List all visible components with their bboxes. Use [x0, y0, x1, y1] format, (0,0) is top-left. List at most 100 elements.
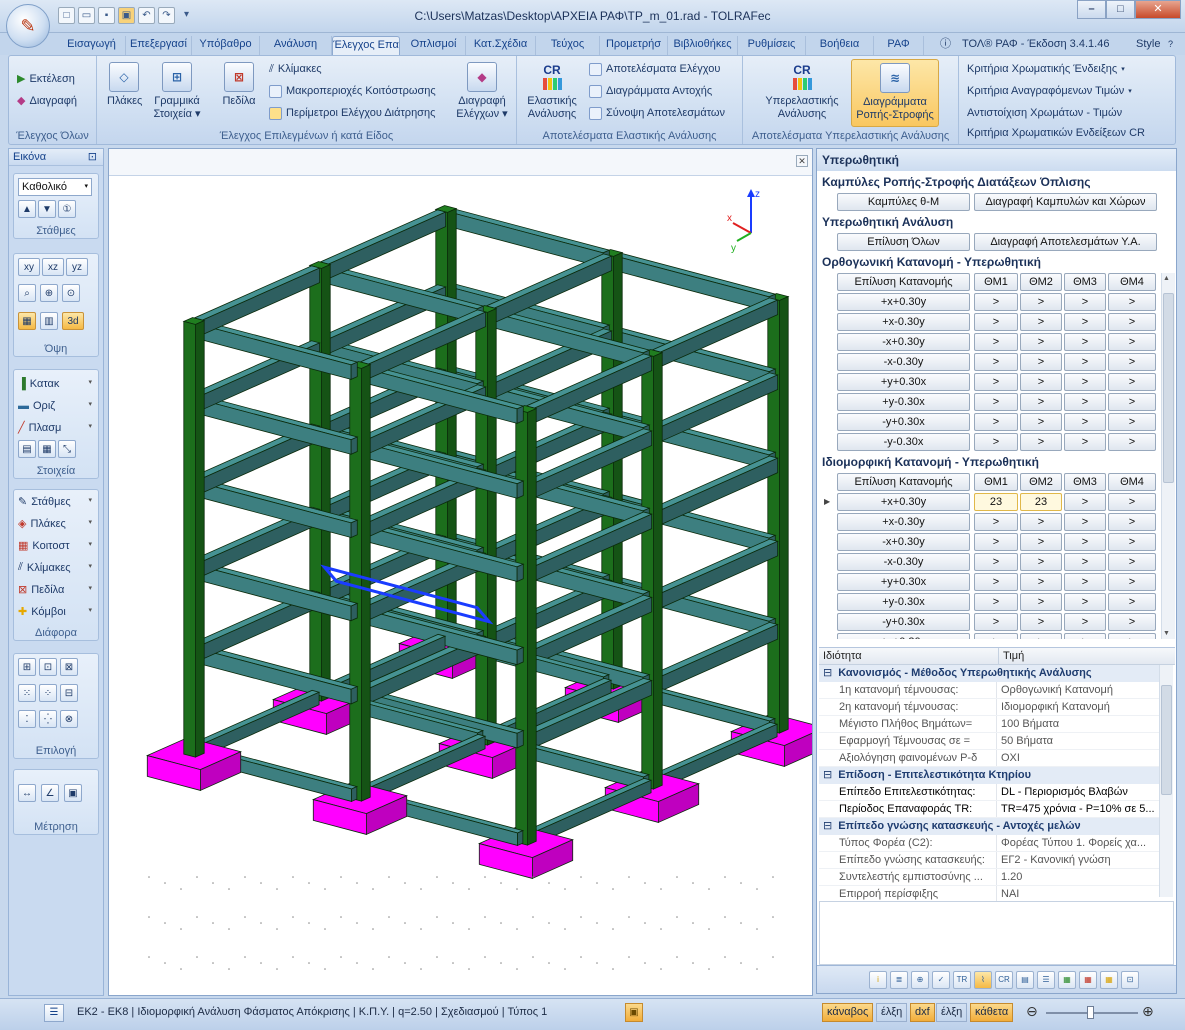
orth-col-1[interactable]: ΘΜ1	[974, 273, 1018, 291]
scroll-up-icon[interactable]: ▲	[1163, 275, 1170, 282]
list-icon[interactable]: ☰	[1037, 970, 1055, 989]
stairs-button[interactable]: ⫽ Κλίμακες	[269, 60, 322, 79]
props-scrollbar[interactable]	[1159, 665, 1173, 897]
slabs-button[interactable]: ◇ Πλάκες	[107, 62, 142, 108]
grid-yellow-icon[interactable]: ▦	[1100, 970, 1118, 989]
level-one-icon[interactable]: ①	[58, 200, 76, 218]
select-props-icon[interactable]: ⊗	[60, 710, 78, 728]
modal-cell[interactable]: 23	[974, 493, 1018, 511]
orth-cell[interactable]: >	[1064, 333, 1106, 351]
modal-cell[interactable]: >	[974, 533, 1018, 551]
orth-cell[interactable]: >	[974, 393, 1018, 411]
orth-cell[interactable]: >	[1108, 393, 1156, 411]
modal-cell[interactable]: >	[974, 573, 1018, 591]
orth-cell[interactable]: >	[1064, 293, 1106, 311]
orth-row-label[interactable]: -x+0.30y	[837, 333, 970, 351]
modal-cell[interactable]: >	[1108, 553, 1156, 571]
misc-nodes-button[interactable]: ✚ Κόμβοι	[18, 602, 66, 621]
modal-cell[interactable]: >	[1108, 573, 1156, 591]
orth-col-4[interactable]: ΘΜ4	[1108, 273, 1156, 291]
select-cross-icon[interactable]: ⊠	[60, 658, 78, 676]
modal-row-label[interactable]: -x-0.30y	[837, 553, 970, 571]
props-row[interactable]: Επίπεδο Επιτελεστικότητας: DL - Περιορισμ…	[819, 784, 1159, 801]
scroll-thumb[interactable]	[1163, 293, 1174, 483]
doc-icon[interactable]: ▤	[1016, 970, 1034, 989]
orth-cell[interactable]: >	[1064, 313, 1106, 331]
modal-cell[interactable]: >	[974, 633, 1018, 639]
footings-button[interactable]: ⊠ Πεδίλα	[219, 62, 259, 108]
orth-row-label[interactable]: +x+0.30y	[837, 293, 970, 311]
modal-col-4[interactable]: ΘΜ4	[1108, 473, 1156, 491]
tab-insert[interactable]: Εισαγωγή	[58, 36, 126, 55]
orth-row-label[interactable]: -y-0.30x	[837, 433, 970, 451]
tab-measurements[interactable]: Προμετρήσ	[600, 36, 668, 55]
wall-icon[interactable]: ▤	[18, 440, 36, 458]
props-category[interactable]: ⊟ Κανονισμός - Μέθοδος Υπερωθητικής Ανάλυ…	[819, 665, 1159, 682]
orth-cell[interactable]: >	[1108, 333, 1156, 351]
orth-row-label[interactable]: +y-0.30x	[837, 393, 970, 411]
modal-cell[interactable]: >	[1064, 633, 1106, 639]
horizontal-elements-button[interactable]: ▬ Οριζ	[18, 396, 55, 415]
modal-row-label[interactable]: +y-0.30x	[837, 593, 970, 611]
delete-button[interactable]: ◆ Διαγραφή	[17, 92, 77, 111]
orth-cell[interactable]: >	[1064, 373, 1106, 391]
modal-cell[interactable]: >	[1108, 613, 1156, 631]
misc-slabs-button[interactable]: ◈ Πλάκες	[18, 514, 66, 533]
delete-results-button[interactable]: Διαγραφή Αποτελεσμάτων Υ.Α.	[974, 233, 1157, 251]
select-dots-icon[interactable]: ⁘	[39, 684, 57, 702]
pin-icon[interactable]: ⊡	[88, 149, 97, 166]
tab-booklet[interactable]: Τεύχος	[536, 36, 600, 55]
orth-cell[interactable]: >	[974, 413, 1018, 431]
orth-col-2[interactable]: ΘΜ2	[1020, 273, 1062, 291]
orth-cell[interactable]: >	[1064, 393, 1106, 411]
render-solid-icon[interactable]: ▦	[18, 312, 36, 330]
ortho-toggle-button[interactable]: κάθετα	[970, 1003, 1014, 1022]
plasm-elements-button[interactable]: ╱ Πλασμ	[18, 418, 61, 437]
modal-cell[interactable]: >	[1064, 613, 1106, 631]
measure-distance-icon[interactable]: ↔	[18, 784, 36, 802]
solve-all-button[interactable]: Επίλυση Όλων	[837, 233, 970, 251]
cr-small-icon[interactable]: CR	[995, 970, 1013, 989]
orth-cell[interactable]: >	[1020, 433, 1062, 451]
layers-icon[interactable]: ≣	[890, 970, 908, 989]
modal-cell[interactable]: >	[1020, 553, 1062, 571]
modal-cell[interactable]: >	[1064, 513, 1106, 531]
tab-help[interactable]: Βοήθεια	[806, 36, 874, 55]
grid-red-icon[interactable]: ▦	[1079, 970, 1097, 989]
modal-row-label[interactable]: +x+0.30y	[837, 493, 970, 511]
measure-area-icon[interactable]: ▣	[64, 784, 82, 802]
modal-cell[interactable]: >	[1064, 593, 1106, 611]
modal-row-label[interactable]: +x+0.30y	[837, 633, 970, 639]
grid-green-icon[interactable]: ▦	[1058, 970, 1076, 989]
view-xz[interactable]: xz	[42, 258, 64, 276]
orth-cell[interactable]: >	[1020, 313, 1062, 331]
moment-curves-button[interactable]: Καμπύλες θ-Μ	[837, 193, 970, 211]
modal-solve-header[interactable]: Επίλυση Κατανομής	[837, 473, 970, 491]
macro-regions-button[interactable]: Μακροπεριοχές Κοιτόστρωσης	[269, 82, 436, 101]
misc-footings-button[interactable]: ⊠ Πεδίλα	[18, 580, 64, 599]
select-icon[interactable]: ⊞	[18, 658, 36, 676]
info-icon[interactable]: i	[869, 970, 887, 989]
punching-perimeters-button[interactable]: Περίμετροι Ελέγχου Διάτρησης	[269, 104, 435, 123]
lock-icon[interactable]: ▣	[625, 1003, 643, 1022]
modal-cell[interactable]: >	[1064, 533, 1106, 551]
modal-cell[interactable]: >	[1020, 513, 1062, 531]
misc-stations-button[interactable]: ✎ Στάθμες	[18, 492, 71, 511]
select-window-icon[interactable]: ⊡	[39, 658, 57, 676]
modal-cell[interactable]: >	[1020, 533, 1062, 551]
check-icon[interactable]: ✓	[932, 970, 950, 989]
modal-cell[interactable]: >	[1020, 573, 1062, 591]
props-category[interactable]: ⊟ Επίπεδο γνώσης κατασκευής - Αντοχές μελ…	[819, 818, 1159, 835]
scroll-down-icon[interactable]: ▼	[1163, 630, 1170, 637]
orth-cell[interactable]: >	[974, 433, 1018, 451]
props-row[interactable]: Συντελεστής εμπιστοσύνης ... 1.20	[819, 869, 1159, 886]
modal-cell[interactable]: >	[1020, 633, 1062, 639]
collapse-icon[interactable]: ⊟	[823, 767, 832, 784]
orth-cell[interactable]: >	[1020, 293, 1062, 311]
orth-cell[interactable]: >	[974, 333, 1018, 351]
modal-cell[interactable]: >	[1108, 593, 1156, 611]
modal-col-1[interactable]: ΘΜ1	[974, 473, 1018, 491]
style-menu[interactable]: Style	[1136, 36, 1160, 55]
value-criteria-button[interactable]: Κριτήρια Αναγραφόμενων Τιμών ▾	[967, 82, 1132, 101]
graph-icon[interactable]: ⌇	[974, 970, 992, 989]
